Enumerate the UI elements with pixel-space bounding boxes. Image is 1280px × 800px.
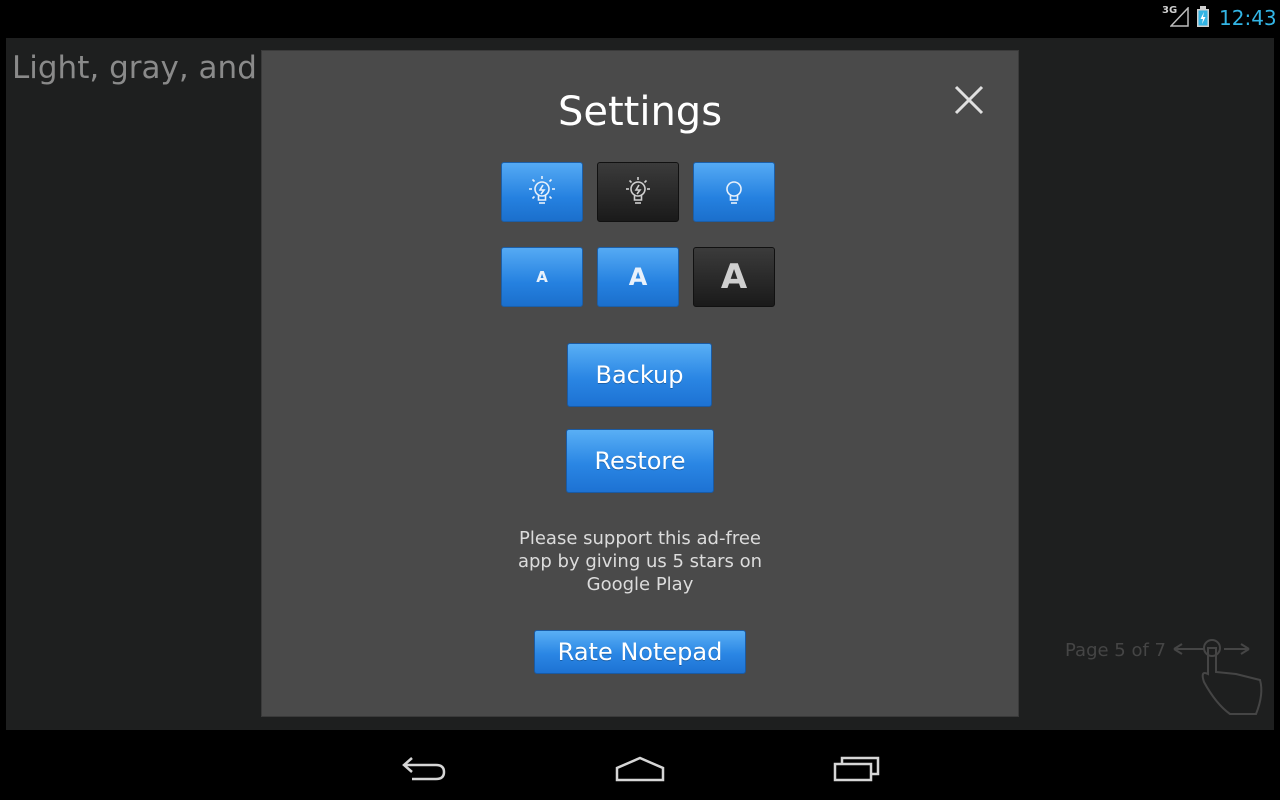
dark-theme-button[interactable] — [693, 162, 775, 222]
home-button[interactable] — [610, 750, 670, 786]
backup-button[interactable]: Backup — [567, 343, 712, 407]
back-button[interactable] — [394, 750, 454, 786]
recent-apps-button[interactable] — [827, 750, 887, 786]
rate-notepad-button[interactable]: Rate Notepad — [534, 630, 746, 674]
close-icon — [954, 85, 984, 115]
navigation-bar — [0, 736, 1280, 800]
recent-apps-icon — [833, 756, 880, 782]
close-button[interactable] — [948, 79, 990, 121]
clock: 12:43 — [1219, 6, 1277, 30]
support-message: Please support this ad-free app by givin… — [517, 528, 763, 595]
light-theme-button[interactable] — [501, 162, 583, 222]
settings-dialog: Settings A A A Backup Restore Please sup… — [262, 51, 1018, 716]
large-font-button[interactable]: A — [693, 247, 775, 307]
bulb-icon — [726, 181, 742, 204]
dialog-title: Settings — [557, 89, 723, 135]
status-bar: 3G 12:43 — [0, 0, 1280, 34]
home-icon — [615, 756, 665, 782]
small-font-button[interactable]: A — [501, 247, 583, 307]
medium-font-button[interactable]: A — [597, 247, 679, 307]
swipe-hand-icon — [1173, 639, 1263, 715]
bright-bulb-icon — [529, 176, 555, 204]
restore-button[interactable]: Restore — [566, 429, 714, 493]
back-icon — [402, 757, 446, 781]
signal-icon — [1170, 7, 1189, 27]
dim-bulb-icon — [626, 177, 650, 204]
battery-charging-icon — [1197, 6, 1209, 27]
page-indicator: Page 5 of 7 — [1065, 640, 1166, 661]
gray-theme-button[interactable] — [597, 162, 679, 222]
